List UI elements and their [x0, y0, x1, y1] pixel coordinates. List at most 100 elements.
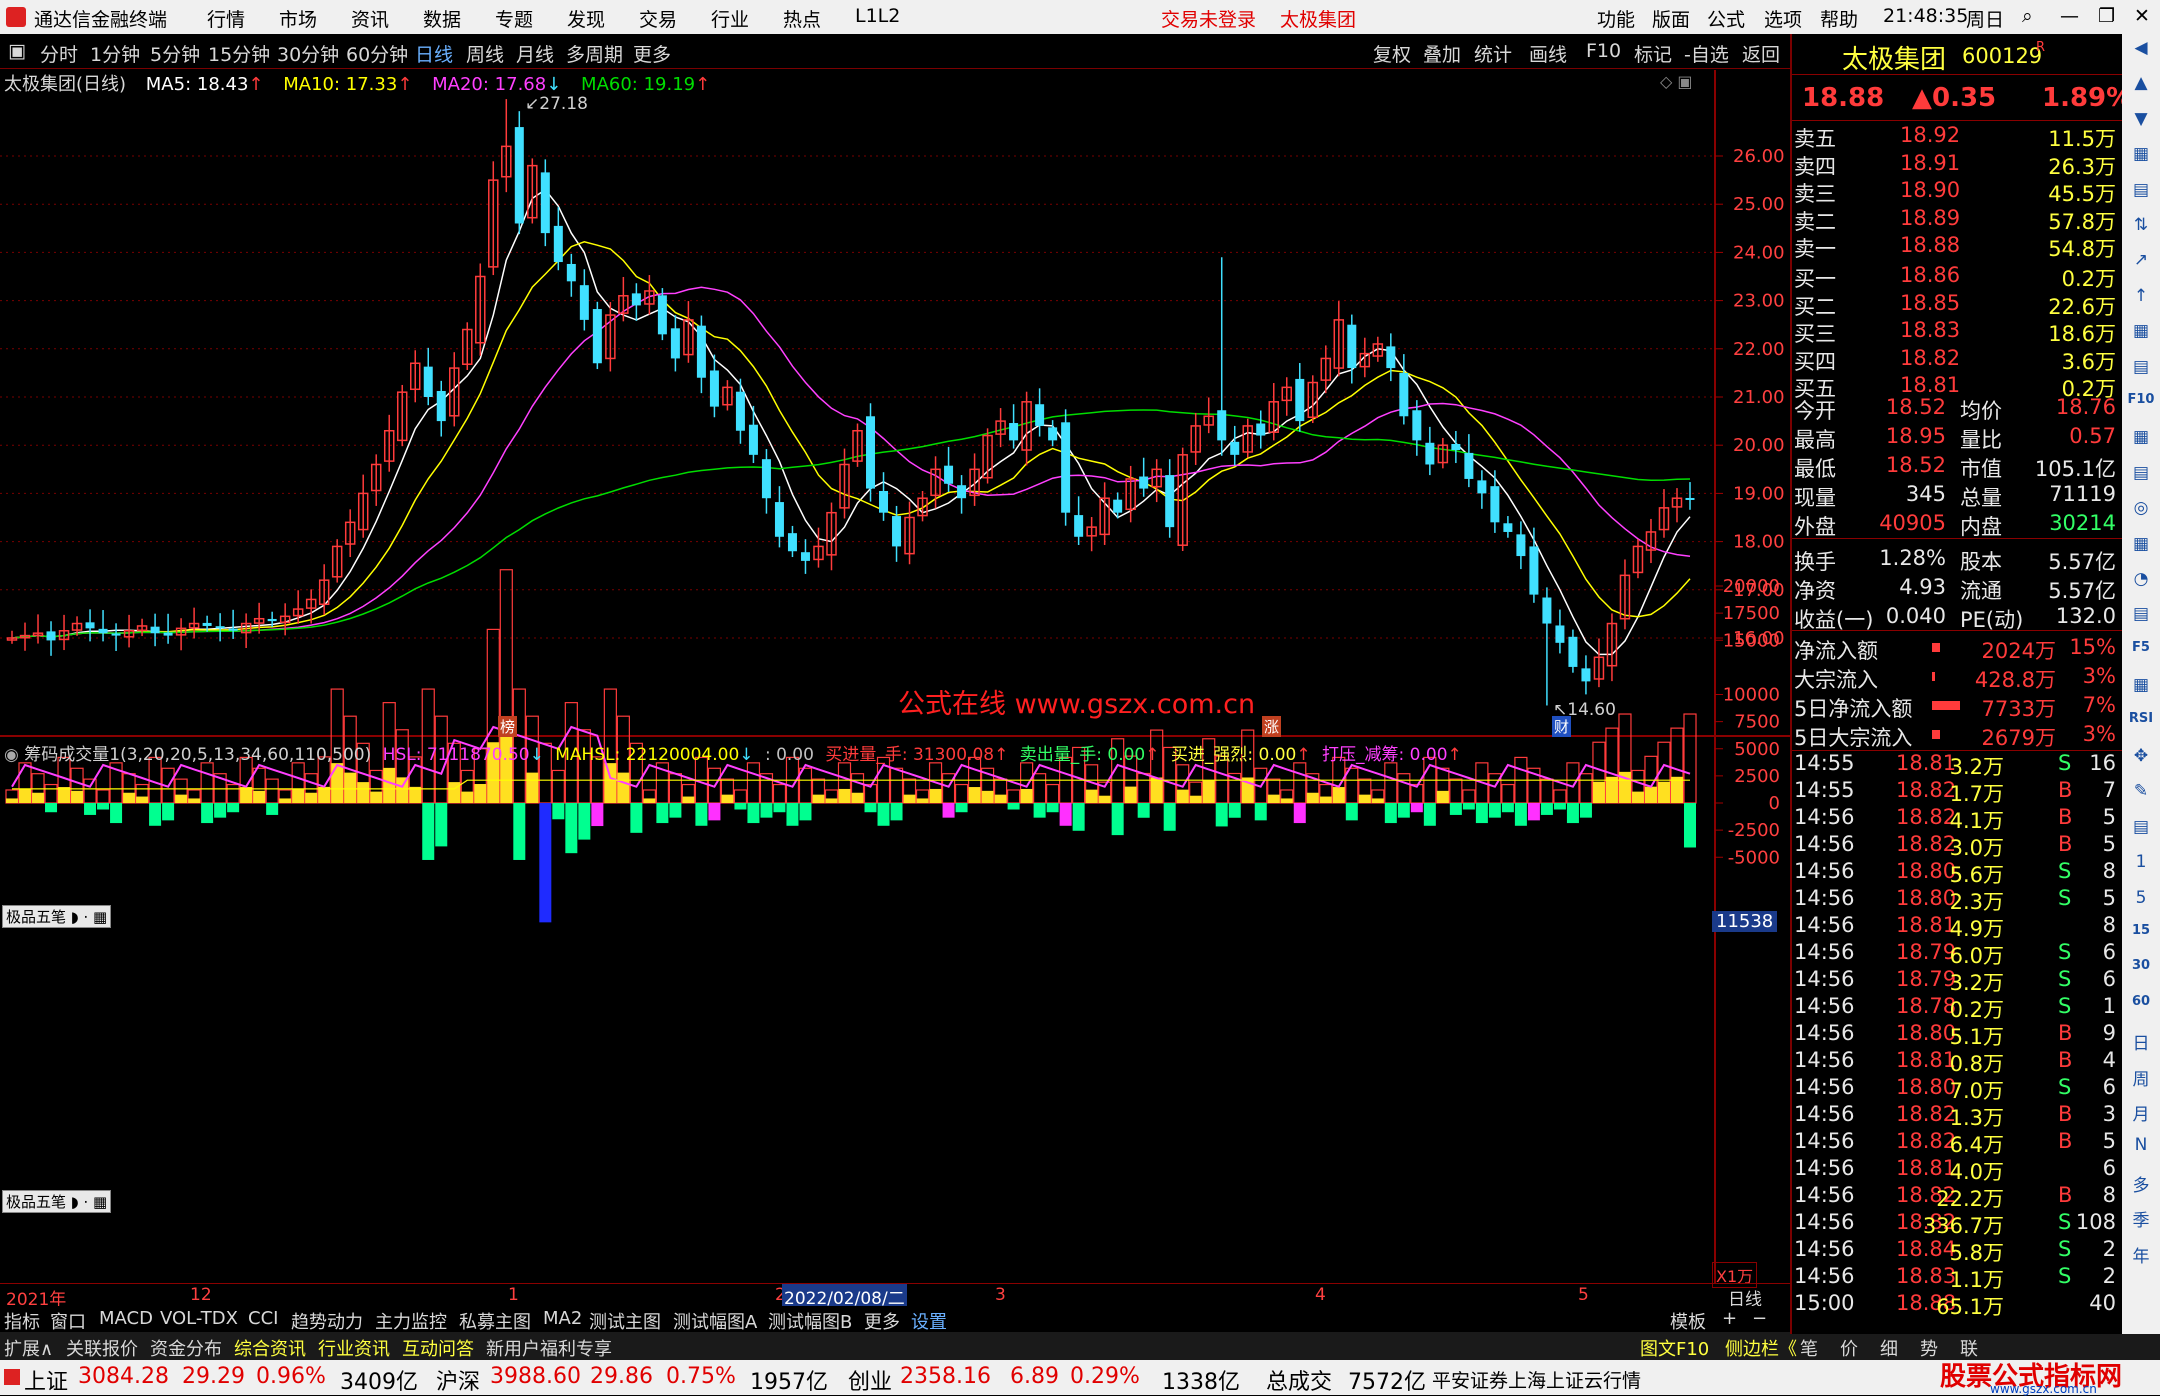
add-tab-icon[interactable]: +	[1722, 1308, 1737, 1329]
menu-zixun[interactable]: 资讯	[351, 5, 389, 32]
tab-zonghe[interactable]: 综合资讯	[234, 1335, 306, 1361]
tab-zhibiao[interactable]: 指标	[4, 1308, 40, 1334]
sidebar-button-icon[interactable]: ◔	[2126, 569, 2156, 599]
tab-ceshi-b[interactable]: 测试幅图B	[768, 1308, 852, 1334]
sidebar-button-icon[interactable]: F5	[2126, 640, 2156, 670]
sidebar-button-icon[interactable]: 15	[2126, 923, 2156, 953]
tab-guanlian[interactable]: 关联报价	[66, 1335, 138, 1361]
sidebar-button-icon[interactable]: ▲	[2126, 73, 2156, 103]
sidebar-button-icon[interactable]: ▤	[2126, 604, 2156, 634]
sidebar-button-icon[interactable]: 1	[2126, 852, 2156, 882]
sidebar-button-icon[interactable]: ▦	[2126, 144, 2156, 174]
tool-fanhui[interactable]: 返回	[1742, 40, 1780, 67]
menu-redian[interactable]: 热点	[783, 5, 821, 32]
search-icon[interactable]: ⌕	[2022, 5, 2033, 27]
period-multi[interactable]: 多周期	[566, 40, 623, 67]
period-5min[interactable]: 5分钟	[150, 40, 200, 67]
sidebar-button-icon[interactable]: ▤	[2126, 463, 2156, 493]
ime-badge-2[interactable]: 极品五笔 ◗ ⋅ ▦	[2, 1190, 112, 1213]
tab-qushi[interactable]: 趋势动力	[291, 1308, 363, 1334]
sidebar-button-icon[interactable]: ▦	[2126, 675, 2156, 705]
period-fenshi[interactable]: 分时	[40, 40, 78, 67]
tick-list[interactable]: 14:55 18.81 3.2万 S 16 14:55 18.82 1.7万 B 7 14:56 18…	[1792, 750, 2122, 1320]
tab-kuozhan[interactable]: 扩展∧	[4, 1335, 53, 1361]
sidebar-button-icon[interactable]: 季	[2126, 1206, 2156, 1236]
period-monthly[interactable]: 月线	[516, 40, 554, 67]
tab-xinyonghu[interactable]: 新用户福利专享	[486, 1335, 612, 1361]
restore-icon[interactable]: ❐	[2098, 5, 2115, 27]
sidebar-button-icon[interactable]: RSI	[2126, 711, 2156, 741]
menu-hangye[interactable]: 行业	[711, 5, 749, 32]
mark-zhang[interactable]: 涨	[1262, 716, 1282, 737]
menu-gongshi[interactable]: 公式	[1707, 5, 1745, 32]
menu-l1l2[interactable]: L1L2	[855, 5, 900, 27]
sidebar-button-icon[interactable]: ◎	[2126, 498, 2156, 528]
menu-shichang[interactable]: 市场	[279, 5, 317, 32]
tab-jia[interactable]: 价	[1840, 1335, 1858, 1361]
menu-faxian[interactable]: 发现	[567, 5, 605, 32]
menu-shuju[interactable]: 数据	[423, 5, 461, 32]
ask-row[interactable]: 卖四 18.91 26.3万	[1792, 150, 2122, 179]
sidebar-button-icon[interactable]: ▦	[2126, 321, 2156, 351]
cy-name[interactable]: 创业	[848, 1364, 892, 1396]
tab-shi[interactable]: 势	[1920, 1335, 1938, 1361]
period-weekly[interactable]: 周线	[466, 40, 504, 67]
sidebar-button-icon[interactable]: ✥	[2126, 746, 2156, 776]
sidebar-button-icon[interactable]: 月	[2126, 1100, 2156, 1130]
sidebar-button-icon[interactable]: 日	[2126, 1029, 2156, 1059]
minimize-icon[interactable]: —	[2060, 5, 2079, 27]
sidebar-button-icon[interactable]: ▤	[2126, 817, 2156, 847]
tab-chuangkou[interactable]: 窗口	[50, 1308, 86, 1334]
bid-row[interactable]: 买三 18.83 18.6万	[1792, 317, 2122, 346]
ask-row[interactable]: 卖五 18.92 11.5万	[1792, 122, 2122, 151]
sidebar-button-icon[interactable]: ✎	[2126, 781, 2156, 811]
tab-vol-tdx[interactable]: VOL-TDX	[160, 1308, 238, 1329]
bid-row[interactable]: 买四 18.82 3.6万	[1792, 345, 2122, 374]
tool-f10[interactable]: F10	[1586, 40, 1621, 62]
sidebar-button-icon[interactable]: 5	[2126, 888, 2156, 918]
ask-row[interactable]: 卖三 18.90 45.5万	[1792, 177, 2122, 206]
remove-tab-icon[interactable]: −	[1752, 1308, 1767, 1329]
tab-simu[interactable]: 私募主图	[459, 1308, 531, 1334]
sidebar-button-icon[interactable]: F10	[2126, 392, 2156, 422]
tool-tongji[interactable]: 统计	[1474, 40, 1512, 67]
sidebar-button-icon[interactable]: N	[2126, 1135, 2156, 1165]
sidebar-button-icon[interactable]: 年	[2126, 1242, 2156, 1272]
menu-gongneng[interactable]: 功能	[1597, 5, 1635, 32]
period-more[interactable]: 更多	[633, 40, 671, 67]
tool-biaoji[interactable]: 标记	[1634, 40, 1672, 67]
broker-name[interactable]: 平安证券上海上证云行情	[1432, 1366, 1641, 1393]
menu-banmian[interactable]: 版面	[1652, 5, 1690, 32]
menu-jiaoyi[interactable]: 交易	[639, 5, 677, 32]
menu-zhuanti[interactable]: 专题	[495, 5, 533, 32]
sidebar-button-icon[interactable]: ▤	[2126, 180, 2156, 210]
trade-login-status[interactable]: 交易未登录	[1161, 5, 1256, 32]
chart-corner-icons[interactable]: ◇ ▣	[1660, 72, 1693, 91]
sidebar-button-icon[interactable]: ▦	[2126, 534, 2156, 564]
period-60min[interactable]: 60分钟	[346, 40, 408, 67]
menu-hangqing[interactable]: 行情	[207, 5, 245, 32]
sidebar-button-icon[interactable]: ▦	[2126, 427, 2156, 457]
tool-diejia[interactable]: 叠加	[1423, 40, 1461, 67]
tab-sidebar[interactable]: 侧边栏《	[1725, 1335, 1797, 1361]
tab-xi[interactable]: 细	[1880, 1335, 1898, 1361]
sidebar-button-icon[interactable]: 60	[2126, 994, 2156, 1024]
bid-row[interactable]: 买二 18.85 22.6万	[1792, 290, 2122, 319]
tab-hudong[interactable]: 互动问答	[402, 1335, 474, 1361]
tab-ceshi-zhutu[interactable]: 测试主图	[589, 1308, 661, 1334]
tab-template[interactable]: 模板	[1670, 1308, 1706, 1334]
tool-zixuan[interactable]: -自选	[1684, 40, 1729, 67]
tab-tuwen-f10[interactable]: 图文F10	[1640, 1335, 1709, 1361]
sidebar-button-icon[interactable]: ↗	[2126, 250, 2156, 280]
tab-hangye-zixun[interactable]: 行业资讯	[318, 1335, 390, 1361]
ask-row[interactable]: 卖一 18.88 54.8万	[1792, 232, 2122, 261]
tab-macd[interactable]: MACD	[99, 1308, 153, 1329]
bid-row[interactable]: 买一 18.86 0.2万	[1792, 262, 2122, 291]
sub-chart-menu-icon[interactable]: ◉	[4, 745, 19, 765]
close-icon[interactable]: ✕	[2134, 5, 2150, 27]
tab-ceshi-a[interactable]: 测试幅图A	[673, 1308, 757, 1334]
period-15min[interactable]: 15分钟	[208, 40, 270, 67]
sidebar-button-icon[interactable]: ↑	[2126, 286, 2156, 316]
ime-badge-1[interactable]: 极品五笔 ◗ ⋅ ▦	[2, 905, 112, 928]
mark-bang[interactable]: 榜	[498, 716, 518, 737]
